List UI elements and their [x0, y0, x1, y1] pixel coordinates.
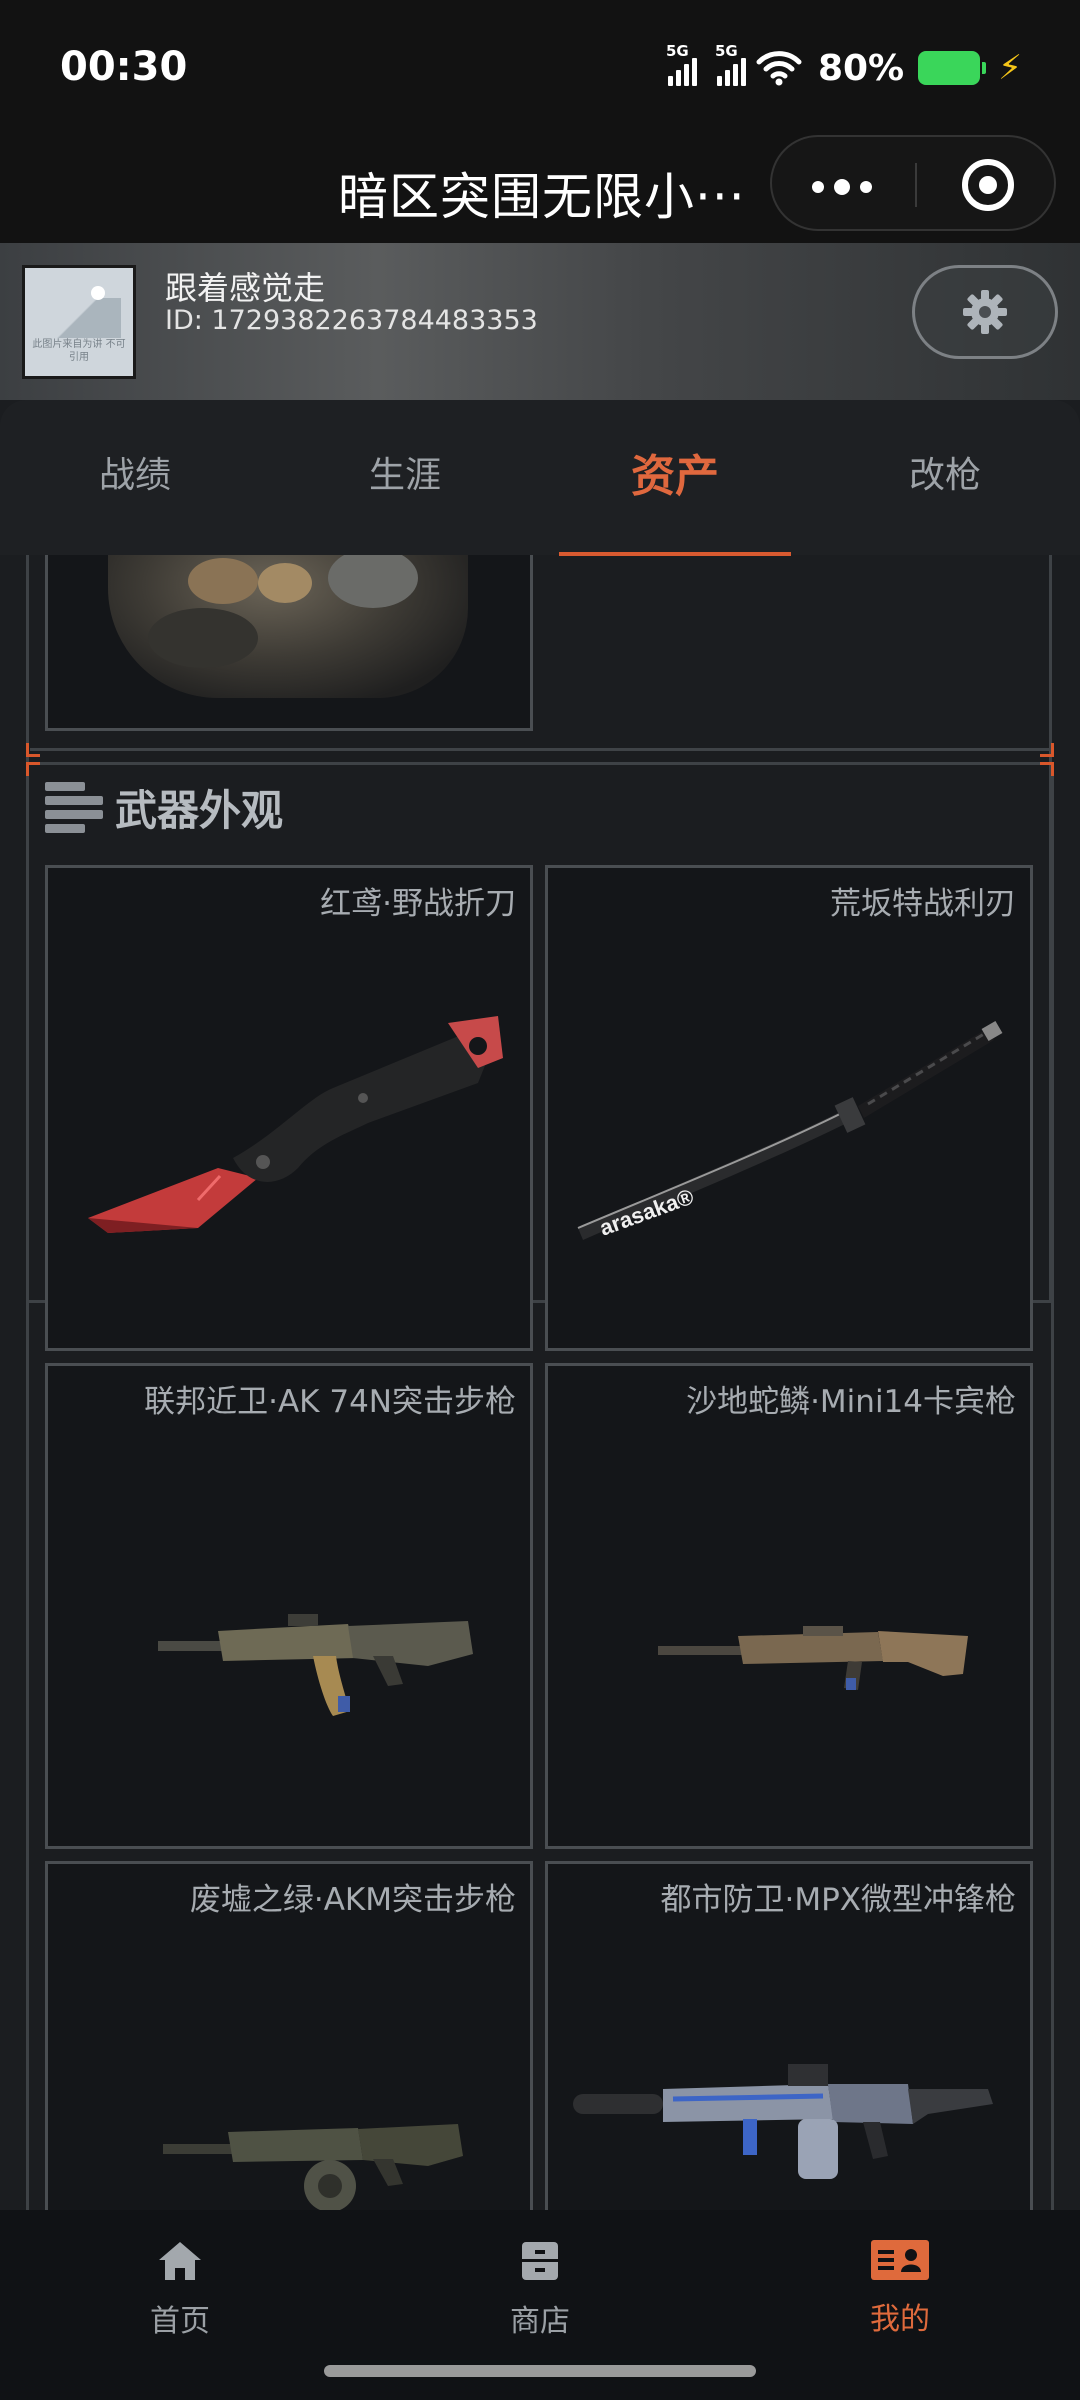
weapon-card[interactable]: 联邦近卫·AK 74N突击步枪 — [45, 1363, 533, 1849]
assets-content[interactable]: 武器外观 红鸢·野战折刀 荒坂特战利刃 arasaka® 联邦近卫·AK 74N… — [0, 555, 1080, 2210]
weapon-name: 联邦近卫·AK 74N突击步枪 — [144, 1384, 516, 1420]
avatar-caption: 此图片来自为讲 不可引用 — [32, 339, 126, 363]
tab-gunsmith[interactable]: 改枪 — [835, 446, 1055, 498]
tab-assets[interactable]: 资产 — [565, 440, 785, 504]
signal-icon: 5G — [715, 42, 746, 86]
section-header: 武器外观 — [45, 777, 283, 837]
page-title: 暗区突围无限小··· — [338, 168, 746, 226]
active-tab-indicator — [559, 552, 791, 556]
nav-store-label: 商店 — [510, 2304, 570, 2339]
weapon-name: 荒坂特战利刃 — [830, 886, 1016, 922]
wifi-icon — [756, 51, 802, 86]
sim1-label: 5G — [665, 42, 689, 60]
weapon-name: 都市防卫·MPX微型冲锋枪 — [660, 1882, 1016, 1918]
section-divider — [30, 748, 1054, 751]
home-indicator[interactable] — [324, 2365, 756, 2377]
more-dots-icon[interactable] — [812, 179, 872, 195]
folding-knife-icon — [88, 1016, 503, 1233]
tab-records[interactable]: 战绩 — [25, 446, 245, 498]
app-screen: 00:30 5G 5G 80% ⚡ 暗区突围无限小··· 此图片来自为讲 不可引… — [0, 0, 1080, 2400]
charging-icon: ⚡ — [998, 48, 1022, 88]
corner-mark — [1040, 743, 1054, 757]
corner-mark — [26, 743, 40, 757]
gear-icon — [963, 290, 1007, 334]
weapon-card[interactable]: 沙地蛇鳞·Mini14卡宾枪 — [545, 1363, 1033, 1849]
status-time: 00:30 — [60, 44, 188, 90]
settings-button[interactable] — [912, 265, 1058, 359]
weapon-card[interactable]: 废墟之绿·AKM突击步枪 — [45, 1861, 533, 2210]
smg-icon — [573, 2064, 993, 2179]
carbine-icon — [658, 1626, 968, 1690]
tab-career[interactable]: 生涯 — [295, 446, 515, 498]
section-title: 武器外观 — [115, 785, 284, 835]
store-icon — [522, 2242, 558, 2280]
battery-icon — [918, 51, 987, 85]
corner-mark — [26, 762, 40, 776]
player-name: 跟着感觉走 — [165, 269, 326, 307]
assault-rifle-icon — [158, 1614, 473, 1716]
drum-rifle-icon — [163, 2124, 463, 2210]
sim2-label: 5G — [714, 42, 738, 60]
corner-mark — [1040, 762, 1054, 776]
capsule-menu — [770, 135, 1056, 231]
tab-bar: 战绩 生涯 资产 改枪 — [0, 400, 1080, 556]
player-id: ID: 1729382263784483353 — [165, 305, 538, 336]
weapon-card[interactable]: 都市防卫·MPX微型冲锋枪 — [545, 1861, 1033, 2210]
tactical-vest-image — [108, 555, 468, 698]
status-icons: 5G 5G 80% ⚡ — [666, 42, 1022, 90]
mini-program-title-bar: 暗区突围无限小··· — [0, 135, 1080, 243]
signal-icon: 5G — [666, 42, 697, 86]
battery-percent: 80% — [817, 47, 905, 89]
weapon-card[interactable]: 荒坂特战利刃 arasaka® — [545, 865, 1033, 1351]
weapon-name: 沙地蛇鳞·Mini14卡宾枪 — [686, 1384, 1016, 1420]
ammo-stack-icon — [45, 780, 103, 834]
nav-mine-label: 我的 — [870, 2302, 930, 2337]
avatar[interactable]: 此图片来自为讲 不可引用 — [22, 265, 136, 379]
nav-store[interactable]: 商店 — [440, 2240, 640, 2340]
weapon-card[interactable]: 红鸢·野战折刀 — [45, 865, 533, 1351]
home-icon — [159, 2242, 201, 2280]
gear-skin-card[interactable] — [45, 555, 533, 731]
profile-header: 此图片来自为讲 不可引用 跟着感觉走 ID: 17293822637844833… — [0, 243, 1080, 400]
nav-mine[interactable]: 我的 — [800, 2240, 1000, 2338]
capsule-divider — [915, 163, 917, 207]
katana-icon: arasaka® — [577, 1020, 1003, 1241]
profile-card-icon — [871, 2240, 929, 2280]
weapon-name: 红鸢·野战折刀 — [320, 886, 516, 922]
weapon-name: 废墟之绿·AKM突击步枪 — [189, 1882, 516, 1918]
weapon-skins-section: 武器外观 红鸢·野战折刀 荒坂特战利刃 arasaka® 联邦近卫·AK 74N… — [26, 762, 1054, 2210]
nav-home[interactable]: 首页 — [80, 2240, 280, 2340]
katana-engraving: arasaka® — [596, 1184, 697, 1241]
target-close-icon[interactable] — [962, 159, 1014, 211]
status-bar: 00:30 5G 5G 80% ⚡ — [0, 0, 1080, 135]
nav-home-label: 首页 — [150, 2304, 210, 2339]
